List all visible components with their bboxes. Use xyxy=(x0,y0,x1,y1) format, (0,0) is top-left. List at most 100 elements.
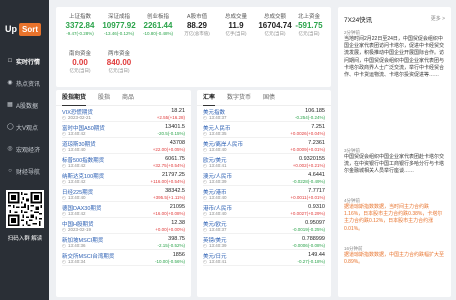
tab-index-futures[interactable]: 股指期货 xyxy=(62,90,87,106)
row-time: 13:40:40 xyxy=(203,195,227,201)
stat-sz-index[interactable]: 深证成指 10977.92 -13.46(-0.12%) xyxy=(98,14,140,37)
news-time: 3分钟前 xyxy=(344,148,361,153)
table-row[interactable]: 澳元/人民币13:40:394.6441-0.0228(-0.49%) xyxy=(203,170,325,186)
table-row[interactable]: 美元指数13:40:37106.185-0.254(-0.24%) xyxy=(203,106,325,122)
table-row[interactable]: 欧元/美元13:40:410.9320155+0.002(+0.21%) xyxy=(203,154,325,170)
table-row[interactable]: 美元/日元13:40:41149.44-0.27(-0.18%) xyxy=(203,250,325,266)
table-row[interactable]: 英镑/美元13:40:390.788999-0.0006(-0.08%) xyxy=(203,234,325,250)
tab-bonds[interactable]: 国债 xyxy=(263,90,275,106)
news-text: 中国贸促会组织中国企业家代表团赴卡塔尔交流，在中资银行中国工商银行多哈分行与卡塔… xyxy=(344,154,445,175)
stat-market-cap: A股市值 88.29 万亿(总市值) xyxy=(176,14,218,37)
stat-change: 亿手(当日) xyxy=(225,31,247,36)
tab-fx[interactable]: 汇率 xyxy=(203,90,216,106)
news-time: 4分钟前 xyxy=(344,198,361,203)
stat-value: -591.75 xyxy=(295,21,323,30)
tab-crypto[interactable]: 数字货币 xyxy=(227,90,251,106)
row-time: 13:40:41 xyxy=(203,259,227,265)
row-price: 6061.75 xyxy=(165,156,185,162)
row-change: -20.5(-0.15%) xyxy=(157,131,185,136)
user-icon: ◯ xyxy=(7,124,14,130)
futures-card: 股指期货 股指 商品 VIX恐慌期货2023-02-2118.21+2.55(+… xyxy=(56,90,191,297)
table-row[interactable]: 新加坡MSCI期货13:40:36398.75-2.15(-0.52%) xyxy=(62,234,185,250)
table-row[interactable]: 富时中国A50期货13:40:4213401.5-20.5(-0.15%) xyxy=(62,122,185,138)
sidebar-item-macro[interactable]: ◎ 宏观经济 xyxy=(0,142,49,156)
stat-label: 南向资金 xyxy=(68,51,91,57)
row-price: 149.44 xyxy=(308,252,325,258)
row-price: 12.38 xyxy=(171,220,185,226)
qr-caption: 扫码入群 解读 xyxy=(7,236,43,242)
table-row[interactable]: VIX恐慌期货2023-02-2118.21+2.55(+16.28) xyxy=(62,106,185,122)
row-change: +0.0026(+0.04%) xyxy=(290,131,325,136)
sidebar: Up Sort □ 实时行情 ◉ 热点资讯 ▦ A股数据 ◯ 大V观点 ◎ 宏观… xyxy=(0,0,49,300)
tab-commodities[interactable]: 商品 xyxy=(122,90,134,106)
table-row[interactable]: 纳斯达克100期货13:40:4221797.25+116.00(+0.54%) xyxy=(62,170,185,186)
stat-change: 亿元(当日) xyxy=(69,68,91,73)
table-row[interactable]: 港币/人民币13:40:400.9310+0.0027(+0.29%) xyxy=(203,202,325,218)
stat-label: A股市值 xyxy=(186,14,208,20)
row-time: 13:40:42 xyxy=(62,131,86,137)
row-price: 398.75 xyxy=(168,236,185,242)
sidebar-item-label: 财经导航 xyxy=(16,169,41,176)
news-item[interactable]: 4分钟前 据道琼斯指数数据，当时间主力合约跌1.16%，日本股市主力合约跌0.3… xyxy=(344,197,447,233)
sidebar-item-opinions[interactable]: ◯ 大V观点 xyxy=(0,120,49,134)
table-row[interactable]: 美元人民币13:40:357.251+0.0026(+0.04%) xyxy=(203,122,325,138)
stat-gem-index[interactable]: 创业板指 2261.44 -10.80(-0.48%) xyxy=(137,14,179,37)
row-price: 21095 xyxy=(169,204,185,210)
table-row[interactable]: 日经225期货13:40:4038342.5+395.5(+1.11%) xyxy=(62,186,185,202)
news-item[interactable]: 2分钟前 当地时间2月22日至24日，中国贸促会组织中国企业家代表团访问卡塔尔，… xyxy=(344,29,447,79)
logo-up: Up xyxy=(5,24,17,34)
stat-label: 北上资金 xyxy=(297,14,320,20)
row-price: 0.9310 xyxy=(308,204,325,210)
row-time: 13:40:39 xyxy=(203,243,227,249)
row-time: 13:40:40 xyxy=(203,211,227,217)
news-item[interactable]: 16分钟前 据道琼斯指数数据，中国主力合约跌幅扩大至0.89%。 xyxy=(344,245,447,266)
sidebar-item-a-share-data[interactable]: ▦ A股数据 xyxy=(0,98,49,112)
stat-label: 创业板指 xyxy=(146,14,169,20)
stat-value: 10977.92 xyxy=(102,21,136,30)
row-price: 106.185 xyxy=(305,108,325,114)
sidebar-item-hot-news[interactable]: ◉ 热点资讯 xyxy=(0,76,49,90)
row-change: -0.254(-0.24%) xyxy=(294,115,325,120)
stat-value: 2261.44 xyxy=(143,21,173,30)
table-row[interactable]: 道琼斯30期货13:40:4043708+22.00(+0.05%) xyxy=(62,138,185,154)
stat-value: 88.29 xyxy=(186,21,208,30)
qr-code xyxy=(6,190,44,228)
row-price: 13401.5 xyxy=(165,124,185,130)
stat-label: 两市资金 xyxy=(107,51,130,57)
row-time: 13:40:37 xyxy=(203,115,227,121)
fx-card: 汇率 数字货币 国债 美元指数13:40:37106.185-0.254(-0.… xyxy=(197,90,331,297)
table-row[interactable]: 新交所MSCI台湾期货13:40:341856-10.00(-0.56%) xyxy=(62,250,185,266)
sidebar-item-realtime[interactable]: □ 实时行情 xyxy=(0,54,49,68)
stat-change: 亿元(当日) xyxy=(108,68,130,73)
table-row[interactable]: 德国DAX30期货13:40:4221095+16.00(+0.08%) xyxy=(62,202,185,218)
row-price: 0.9320155 xyxy=(299,156,325,162)
news-item[interactable]: 3分钟前 中国贸促会组织中国企业家代表团赴卡塔尔交流，在中资银行中国工商银行多哈… xyxy=(344,147,447,176)
news-text: 据道琼斯指数数据，当时间主力合约跌1.16%，日本股市主力合约跌0.38%，卡塔… xyxy=(344,204,443,232)
stat-value: 11.9 xyxy=(228,21,244,30)
row-time: 13:40:42 xyxy=(62,211,86,217)
news-more-link[interactable]: 更多 > xyxy=(431,15,445,22)
row-time: 13:40:39 xyxy=(203,179,227,185)
table-row[interactable]: 美元/离岸人民币13:40:407.2361+0.0009(+0.01%) xyxy=(203,138,325,154)
row-time: 13:40:42 xyxy=(62,163,86,169)
table-row[interactable]: 中国H股期货2023-02-1912.38+0.00(+0.00%) xyxy=(62,218,185,234)
stat-label: 上证指数 xyxy=(68,14,91,20)
row-time: 2023-02-21 xyxy=(62,115,91,121)
stat-change: -10.80(-0.48%) xyxy=(142,31,173,36)
row-price: 43708 xyxy=(169,140,185,146)
row-change: +0.00(+0.00%) xyxy=(155,227,185,232)
tab-indices[interactable]: 股指 xyxy=(98,90,110,106)
row-price: 7.251 xyxy=(311,124,325,130)
row-price: 18.21 xyxy=(171,108,185,114)
stat-sh-index[interactable]: 上证指数 3372.84 -9.47(-0.28%) xyxy=(59,14,101,37)
row-price: 4.6441 xyxy=(308,172,325,178)
table-row[interactable]: 标普500指数期货13:40:426061.75+32.75(+0.54%) xyxy=(62,154,185,170)
table-row[interactable]: 美元/港币13:40:407.7717+0.0011(+0.01%) xyxy=(203,186,325,202)
stat-label: 总成交量 xyxy=(224,14,247,20)
logo[interactable]: Up Sort xyxy=(5,22,41,36)
stat-change: 万亿(总市值) xyxy=(184,31,210,36)
sidebar-item-label: 宏观经济 xyxy=(16,147,41,154)
row-price: 21797.25 xyxy=(162,172,185,178)
table-row[interactable]: 美元/欧元13:40:370.95097-0.0019(-0.25%) xyxy=(203,218,325,234)
sidebar-item-finance-nav[interactable]: ○ 财经导航 xyxy=(0,164,49,178)
